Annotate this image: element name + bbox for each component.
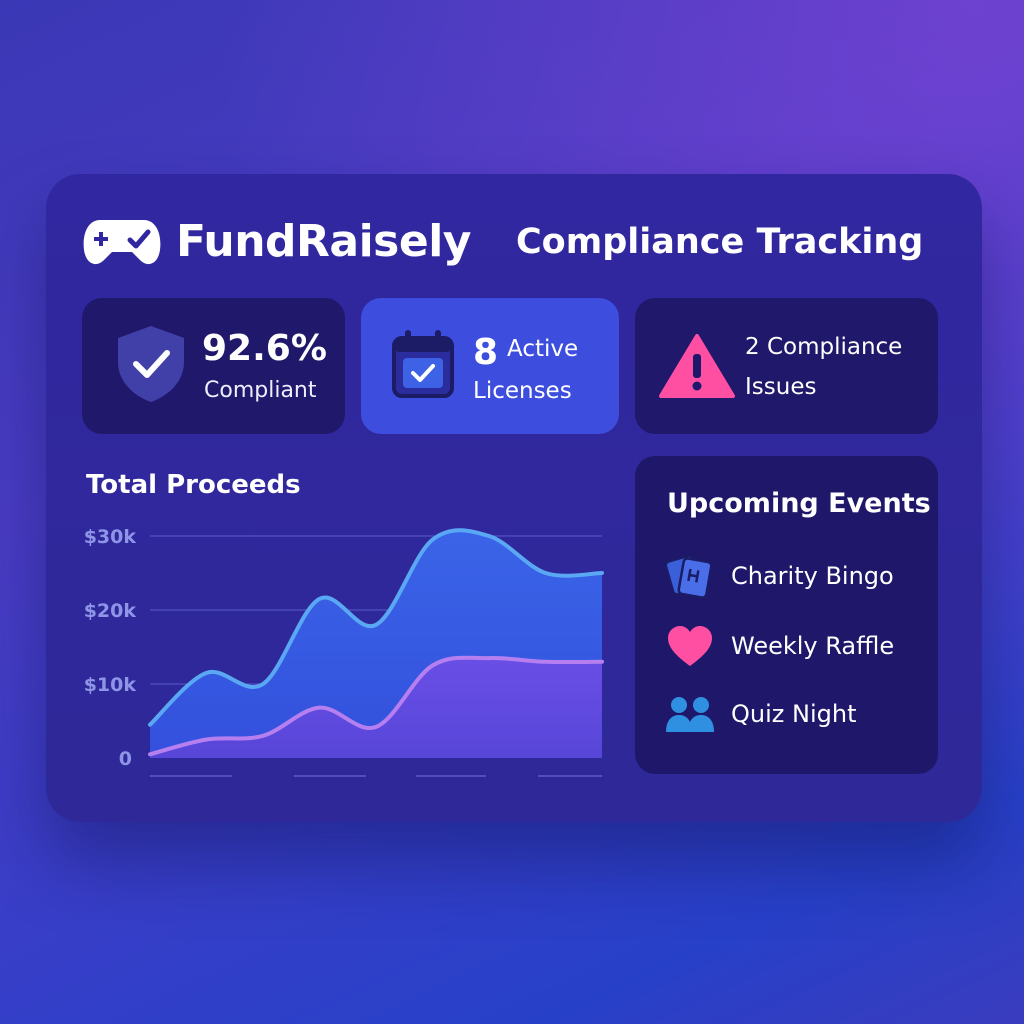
issues-count-label: 2 Compliance	[745, 334, 903, 360]
issues-word-label: Issues	[745, 374, 817, 400]
event-label: Charity Bingo	[731, 562, 894, 590]
compliance-issues-card[interactable]: 2 Compliance Issues	[635, 298, 938, 434]
event-label: Weekly Raffle	[731, 632, 895, 660]
event-label: Quiz Night	[731, 700, 857, 728]
bingo-cards-icon	[665, 554, 713, 599]
proceeds-chart: 0 $10k $20k $30k	[84, 526, 604, 777]
shield-check-icon	[118, 326, 184, 402]
compliance-rate-card[interactable]: 92.6% Compliant	[82, 298, 345, 434]
compliance-rate-value: 92.6%	[202, 328, 327, 369]
header: FundRaisely Compliance Tracking	[82, 214, 942, 274]
active-licenses-card[interactable]: 8 Active Licenses	[361, 298, 619, 434]
y-tick-label: $10k	[84, 674, 137, 696]
dashboard-card: FundRaisely Compliance Tracking 92.6% Co…	[46, 174, 982, 822]
brand-name: FundRaisely	[176, 216, 471, 267]
event-charity-bingo[interactable]: Charity Bingo	[665, 552, 925, 602]
page-title: Compliance Tracking	[516, 222, 924, 262]
y-tick-label: 0	[119, 748, 132, 770]
warning-icon	[659, 334, 735, 398]
people-icon	[666, 697, 714, 732]
license-count: 8	[473, 332, 499, 373]
events-title: Upcoming Events	[667, 488, 931, 519]
y-tick-label: $20k	[84, 600, 137, 622]
event-quiz-night[interactable]: Quiz Night	[665, 690, 925, 740]
compliance-rate-label: Compliant	[204, 378, 317, 403]
license-active-word: Active	[507, 336, 579, 362]
upcoming-events-panel: Upcoming Events Charity Bingo Weekly Raf…	[635, 456, 938, 774]
chart-title: Total Proceeds	[86, 470, 301, 500]
license-label: Licenses	[473, 378, 572, 404]
event-weekly-raffle[interactable]: Weekly Raffle	[665, 622, 925, 672]
y-tick-label: $30k	[84, 526, 137, 548]
gamepad-logo-icon	[83, 220, 161, 265]
heart-icon	[668, 626, 712, 666]
calendar-check-icon	[392, 330, 454, 398]
